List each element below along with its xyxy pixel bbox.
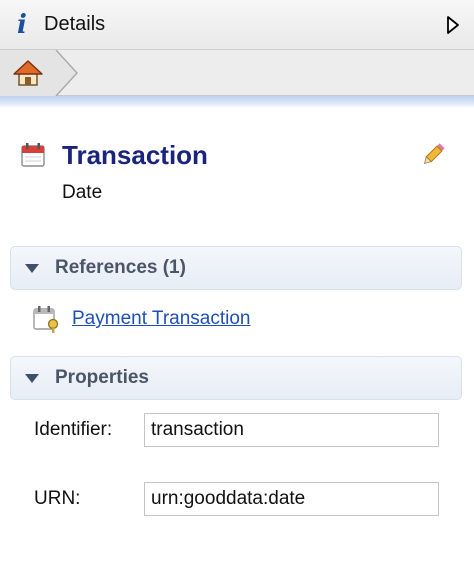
reference-item: Payment Transaction [32,304,250,334]
identifier-label: Identifier: [34,419,113,440]
accent-strip [0,96,474,108]
page-title: Transaction [62,140,208,170]
urn-label: URN: [34,488,81,509]
reference-link-payment-transaction[interactable]: Payment Transaction [72,308,250,330]
triangle-down-icon [25,263,39,273]
triangle-right-icon [447,16,459,34]
references-section-header[interactable]: References (1) [10,246,462,290]
identifier-field[interactable] [144,413,439,447]
entity-type-label: Date [62,182,103,203]
collapse-panel-button[interactable] [446,15,460,35]
calendar-icon [21,143,45,167]
panel-titlebar: i Details [0,0,474,50]
breadcrumb [0,49,474,97]
info-icon: i [17,9,27,40]
properties-section-header[interactable]: Properties [10,356,462,400]
panel-title: Details [44,13,106,35]
calendar-key-icon [33,306,59,333]
references-section-label: References (1) [55,257,186,278]
pencil-icon [423,143,445,165]
breadcrumb-home[interactable] [0,49,80,97]
triangle-down-icon [25,373,39,383]
urn-field[interactable] [144,482,439,516]
properties-section-label: Properties [55,367,149,388]
edit-button[interactable] [420,142,446,168]
